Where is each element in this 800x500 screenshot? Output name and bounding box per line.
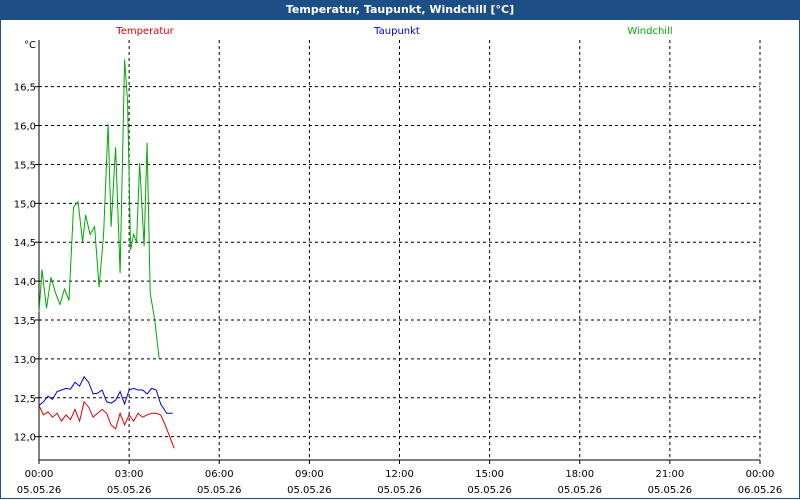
x-tick-date: 05.05.26 — [287, 485, 332, 496]
x-tick-time: 12:00 — [385, 469, 414, 480]
legend-entry-temperatur: Temperatur — [115, 26, 174, 37]
x-tick-time: 00:00 — [746, 469, 775, 480]
y-tick-label: 16,5 — [14, 83, 36, 94]
series-lines — [38, 59, 175, 449]
y-tick-label: 12,5 — [14, 394, 36, 405]
y-tick-label: 16,0 — [14, 122, 36, 133]
x-tick-date: 05.05.26 — [197, 485, 242, 496]
x-tick-time: 15:00 — [475, 469, 504, 480]
x-tick-date: 05.05.26 — [467, 485, 512, 496]
series-line-temperatur — [38, 400, 175, 449]
y-tick-label: 15,0 — [14, 199, 36, 210]
y-tick-label: 12,0 — [14, 433, 36, 444]
y-tick-label: 14,5 — [14, 238, 36, 249]
axes — [35, 40, 761, 464]
legend: Windchill Taupunkt Temperatur — [115, 26, 672, 37]
x-tick-date: 05.05.26 — [17, 485, 62, 496]
x-tick-time: 00:00 — [25, 469, 54, 480]
grid — [39, 40, 761, 460]
y-tick-label: 13,5 — [14, 316, 36, 327]
x-tick-date: 05.05.26 — [648, 485, 693, 496]
y-axis-unit: °C — [24, 40, 36, 51]
series-line-taupunkt — [38, 375, 173, 414]
x-tick-date: 05.05.26 — [377, 485, 422, 496]
x-tick-time: 09:00 — [295, 469, 324, 480]
x-tick-time: 21:00 — [655, 469, 684, 480]
x-tick-time: 03:00 — [115, 469, 144, 480]
x-tick-time: 06:00 — [205, 469, 234, 480]
y-tick-label: 13,0 — [14, 355, 36, 366]
y-tick-label: 14,0 — [14, 277, 36, 288]
legend-entry-windchill: Windchill — [627, 26, 672, 37]
x-tick-date: 05.05.26 — [107, 485, 152, 496]
x-tick-time: 18:00 — [565, 469, 594, 480]
series-line-windchill — [38, 59, 160, 359]
legend-entry-taupunkt: Taupunkt — [373, 26, 420, 37]
x-tick-date: 06.05.26 — [738, 485, 783, 496]
x-tick-date: 05.05.26 — [557, 485, 602, 496]
line-chart: 12,0 12,5 13,0 13,5 14,0 14,5 15,0 15,5 16,0 16,5… — [14, 26, 783, 496]
y-tick-label: 15,5 — [14, 160, 36, 171]
